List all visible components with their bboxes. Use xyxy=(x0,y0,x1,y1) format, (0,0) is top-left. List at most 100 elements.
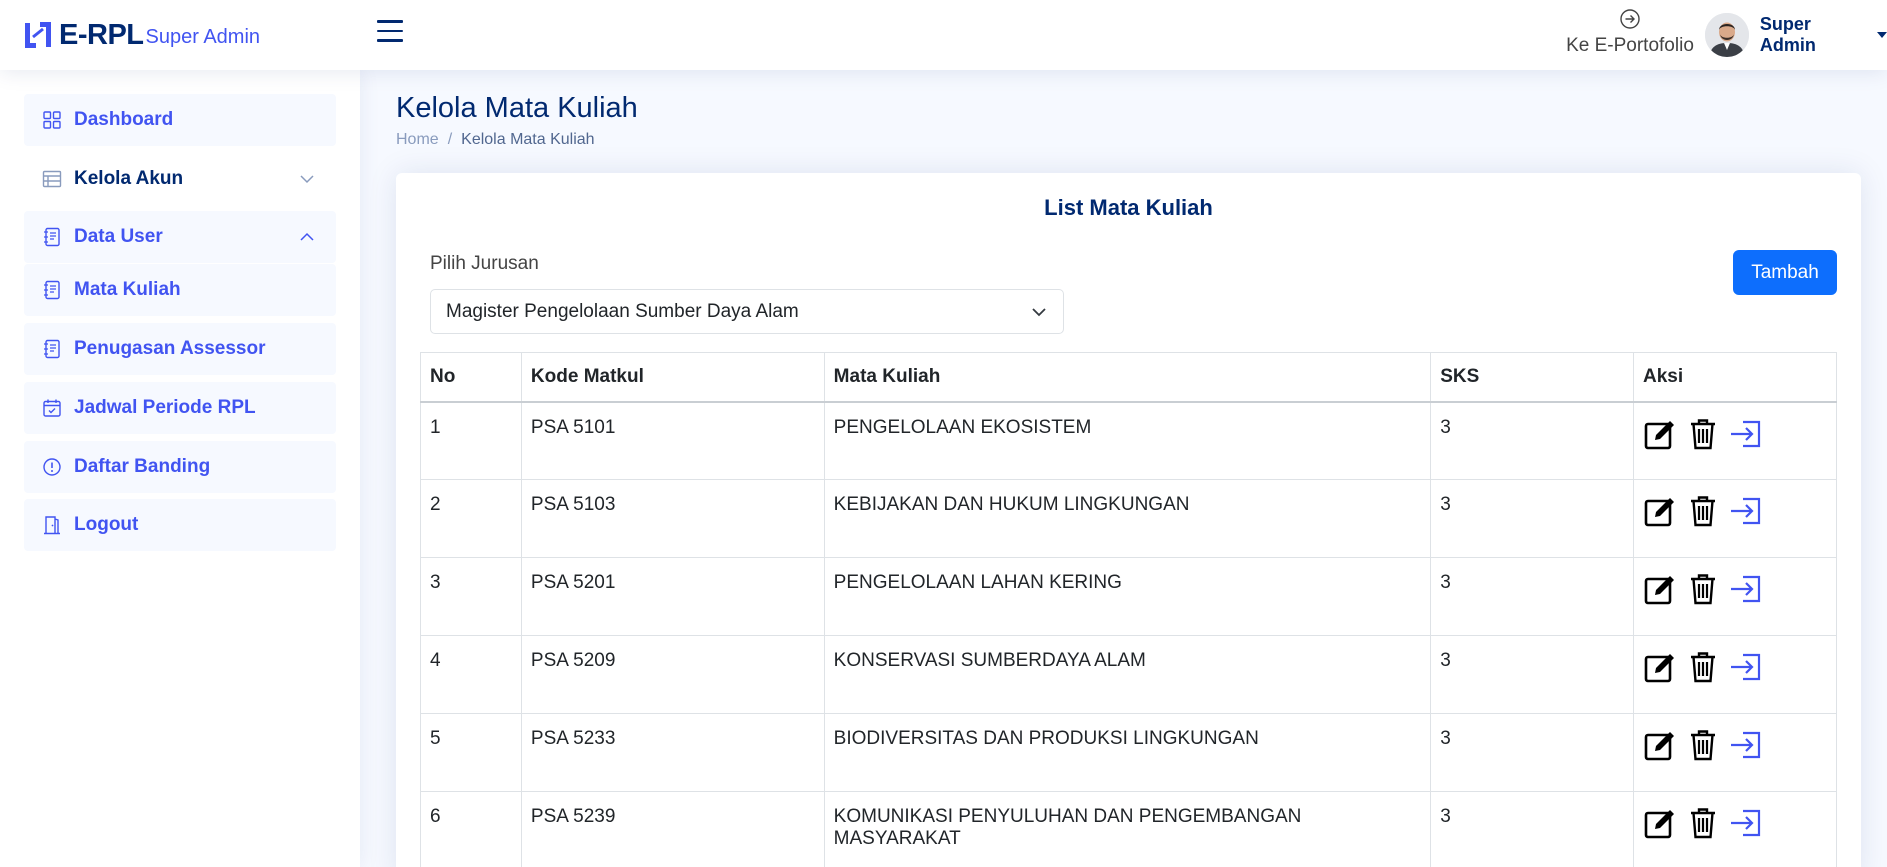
sidebar-item-label: Jadwal Periode RPL xyxy=(74,397,256,418)
logo[interactable]: E-RPL Super Admin xyxy=(22,17,260,53)
jurusan-select[interactable]: Magister Pengelolaan Sumber Daya Alam xyxy=(430,289,1064,334)
edit-icon[interactable] xyxy=(1643,728,1677,762)
table-row: 2 PSA 5103 KEBIJAKAN DAN HUKUM LINGKUNGAN 3 xyxy=(420,479,1837,558)
logo-icon xyxy=(25,22,51,48)
avatar xyxy=(1705,13,1749,57)
cell-mata-kuliah: KOMUNIKASI PENYULUHAN DAN PENGEMBANGAN M… xyxy=(823,791,1432,867)
course-list-card: List Mata Kuliah Pilih Jurusan Magister … xyxy=(396,173,1861,867)
sidebar-item-logout[interactable]: Logout xyxy=(24,499,336,551)
cell-no: 4 xyxy=(420,635,522,714)
column-header-aksi: Aksi xyxy=(1633,352,1837,403)
breadcrumb-current: Kelola Mata Kuliah xyxy=(461,131,595,148)
sidebar-item-label: Mata Kuliah xyxy=(74,279,181,300)
edit-icon[interactable] xyxy=(1643,806,1677,840)
table-body: 1 PSA 5101 PENGELOLAAN EKOSISTEM 3 2 PSA 5103… xyxy=(420,401,1837,867)
journal-icon xyxy=(44,280,60,300)
tambah-button[interactable]: Tambah xyxy=(1733,250,1837,295)
trash-icon[interactable] xyxy=(1686,728,1720,762)
edit-icon[interactable] xyxy=(1643,572,1677,606)
breadcrumb: Home / Kelola Mata Kuliah xyxy=(396,131,595,149)
cell-no: 2 xyxy=(420,479,522,558)
enter-icon[interactable] xyxy=(1729,417,1763,451)
profile-name: Super Admin xyxy=(1759,14,1816,55)
row-actions xyxy=(1643,494,1827,528)
edit-icon[interactable] xyxy=(1643,494,1677,528)
cell-sks: 3 xyxy=(1430,557,1635,636)
cell-sks: 3 xyxy=(1430,401,1635,480)
cell-kode: PSA 5201 xyxy=(520,557,825,636)
sidebar-item-kelola-akun[interactable]: Kelola Akun xyxy=(24,153,336,205)
eportfolio-link[interactable]: Ke E-Portofolio xyxy=(1560,8,1700,64)
chevron-down-icon xyxy=(1032,308,1046,317)
enter-icon[interactable] xyxy=(1729,572,1763,606)
page-title: Kelola Mata Kuliah xyxy=(396,92,638,124)
cell-aksi xyxy=(1633,557,1837,636)
column-header-sks[interactable]: SKS xyxy=(1430,352,1635,403)
table-row: 4 PSA 5209 KONSERVASI SUMBERDAYA ALAM 3 xyxy=(420,635,1837,714)
cell-sks: 3 xyxy=(1430,635,1635,714)
edit-icon[interactable] xyxy=(1643,650,1677,684)
sidebar-item-dashboard[interactable]: Dashboard xyxy=(24,94,336,146)
chevron-down-icon xyxy=(300,175,314,184)
trash-icon[interactable] xyxy=(1686,806,1720,840)
cell-mata-kuliah: BIODIVERSITAS DAN PRODUKSI LINGKUNGAN xyxy=(823,713,1432,792)
table-row: 5 PSA 5233 BIODIVERSITAS DAN PRODUKSI LING… xyxy=(420,713,1837,792)
row-actions xyxy=(1643,650,1827,684)
table-row: 3 PSA 5201 PENGELOLAAN LAHAN KERING 3 xyxy=(420,557,1837,636)
trash-icon[interactable] xyxy=(1686,650,1720,684)
layout-icon xyxy=(42,170,62,188)
course-table: No Kode Matkul Mata Kuliah SKS Aksi 1 PSA… xyxy=(420,352,1837,867)
jurusan-select-label: Pilih Jurusan xyxy=(430,253,539,274)
enter-icon[interactable] xyxy=(1729,728,1763,762)
cell-sks: 3 xyxy=(1430,479,1635,558)
sidebar-item-jadwal-periode-rpl[interactable]: Jadwal Periode RPL xyxy=(24,382,336,434)
edit-icon[interactable] xyxy=(1643,417,1677,451)
column-header-no[interactable]: No xyxy=(420,352,522,403)
sidebar-toggle-button[interactable] xyxy=(377,20,405,46)
enter-icon[interactable] xyxy=(1729,806,1763,840)
sidebar-item-label: Kelola Akun xyxy=(74,168,184,189)
cell-mata-kuliah: PENGELOLAAN EKOSISTEM xyxy=(823,401,1432,480)
cell-kode: PSA 5233 xyxy=(520,713,825,792)
cell-no: 1 xyxy=(420,401,522,480)
table-row: 6 PSA 5239 KOMUNIKASI PENYULUHAN DAN PENGE… xyxy=(420,791,1837,867)
cell-mata-kuliah: PENGELOLAAN LAHAN KERING xyxy=(823,557,1432,636)
enter-icon[interactable] xyxy=(1729,494,1763,528)
profile-dropdown[interactable]: Super Admin xyxy=(1705,12,1887,58)
grid-icon xyxy=(43,111,61,129)
cell-kode: PSA 5239 xyxy=(520,791,825,867)
caret-down-icon xyxy=(1877,32,1887,38)
sidebar-item-mata-kuliah[interactable]: Mata Kuliah xyxy=(24,264,336,316)
cell-mata-kuliah: KEBIJAKAN DAN HUKUM LINGKUNGAN xyxy=(823,479,1432,558)
trash-icon[interactable] xyxy=(1686,572,1720,606)
sidebar-item-label: Data User xyxy=(74,226,163,247)
cell-aksi xyxy=(1633,401,1837,480)
breadcrumb-home-link[interactable]: Home xyxy=(396,131,439,149)
row-actions xyxy=(1643,572,1827,606)
sidebar-item-label: Penugasan Assessor xyxy=(74,338,266,359)
cell-aksi xyxy=(1633,635,1837,714)
cell-aksi xyxy=(1633,713,1837,792)
cell-aksi xyxy=(1633,791,1837,867)
door-icon xyxy=(44,516,60,535)
cell-no: 6 xyxy=(420,791,522,867)
cell-sks: 3 xyxy=(1430,713,1635,792)
cell-sks: 3 xyxy=(1430,791,1635,867)
sidebar-item-label: Logout xyxy=(74,514,139,535)
top-header: E-RPL Super Admin Ke E-Portofolio Super … xyxy=(0,0,1887,70)
sidebar-item-penugasan-assessor[interactable]: Penugasan Assessor xyxy=(24,323,336,375)
column-header-kode[interactable]: Kode Matkul xyxy=(520,352,825,403)
trash-icon[interactable] xyxy=(1686,494,1720,528)
logo-subtitle: Super Admin xyxy=(145,25,261,48)
cell-kode: PSA 5209 xyxy=(520,635,825,714)
enter-icon[interactable] xyxy=(1729,650,1763,684)
table-row: 1 PSA 5101 PENGELOLAAN EKOSISTEM 3 xyxy=(420,401,1837,480)
row-actions xyxy=(1643,806,1827,840)
sidebar-item-daftar-banding[interactable]: Daftar Banding xyxy=(24,441,336,493)
cell-aksi xyxy=(1633,479,1837,558)
card-title: List Mata Kuliah xyxy=(1044,195,1213,220)
column-header-mata-kuliah[interactable]: Mata Kuliah xyxy=(823,352,1432,403)
exclamation-circle-icon xyxy=(43,458,61,476)
sidebar-item-data-user[interactable]: Data User xyxy=(24,211,336,263)
trash-icon[interactable] xyxy=(1686,417,1720,451)
